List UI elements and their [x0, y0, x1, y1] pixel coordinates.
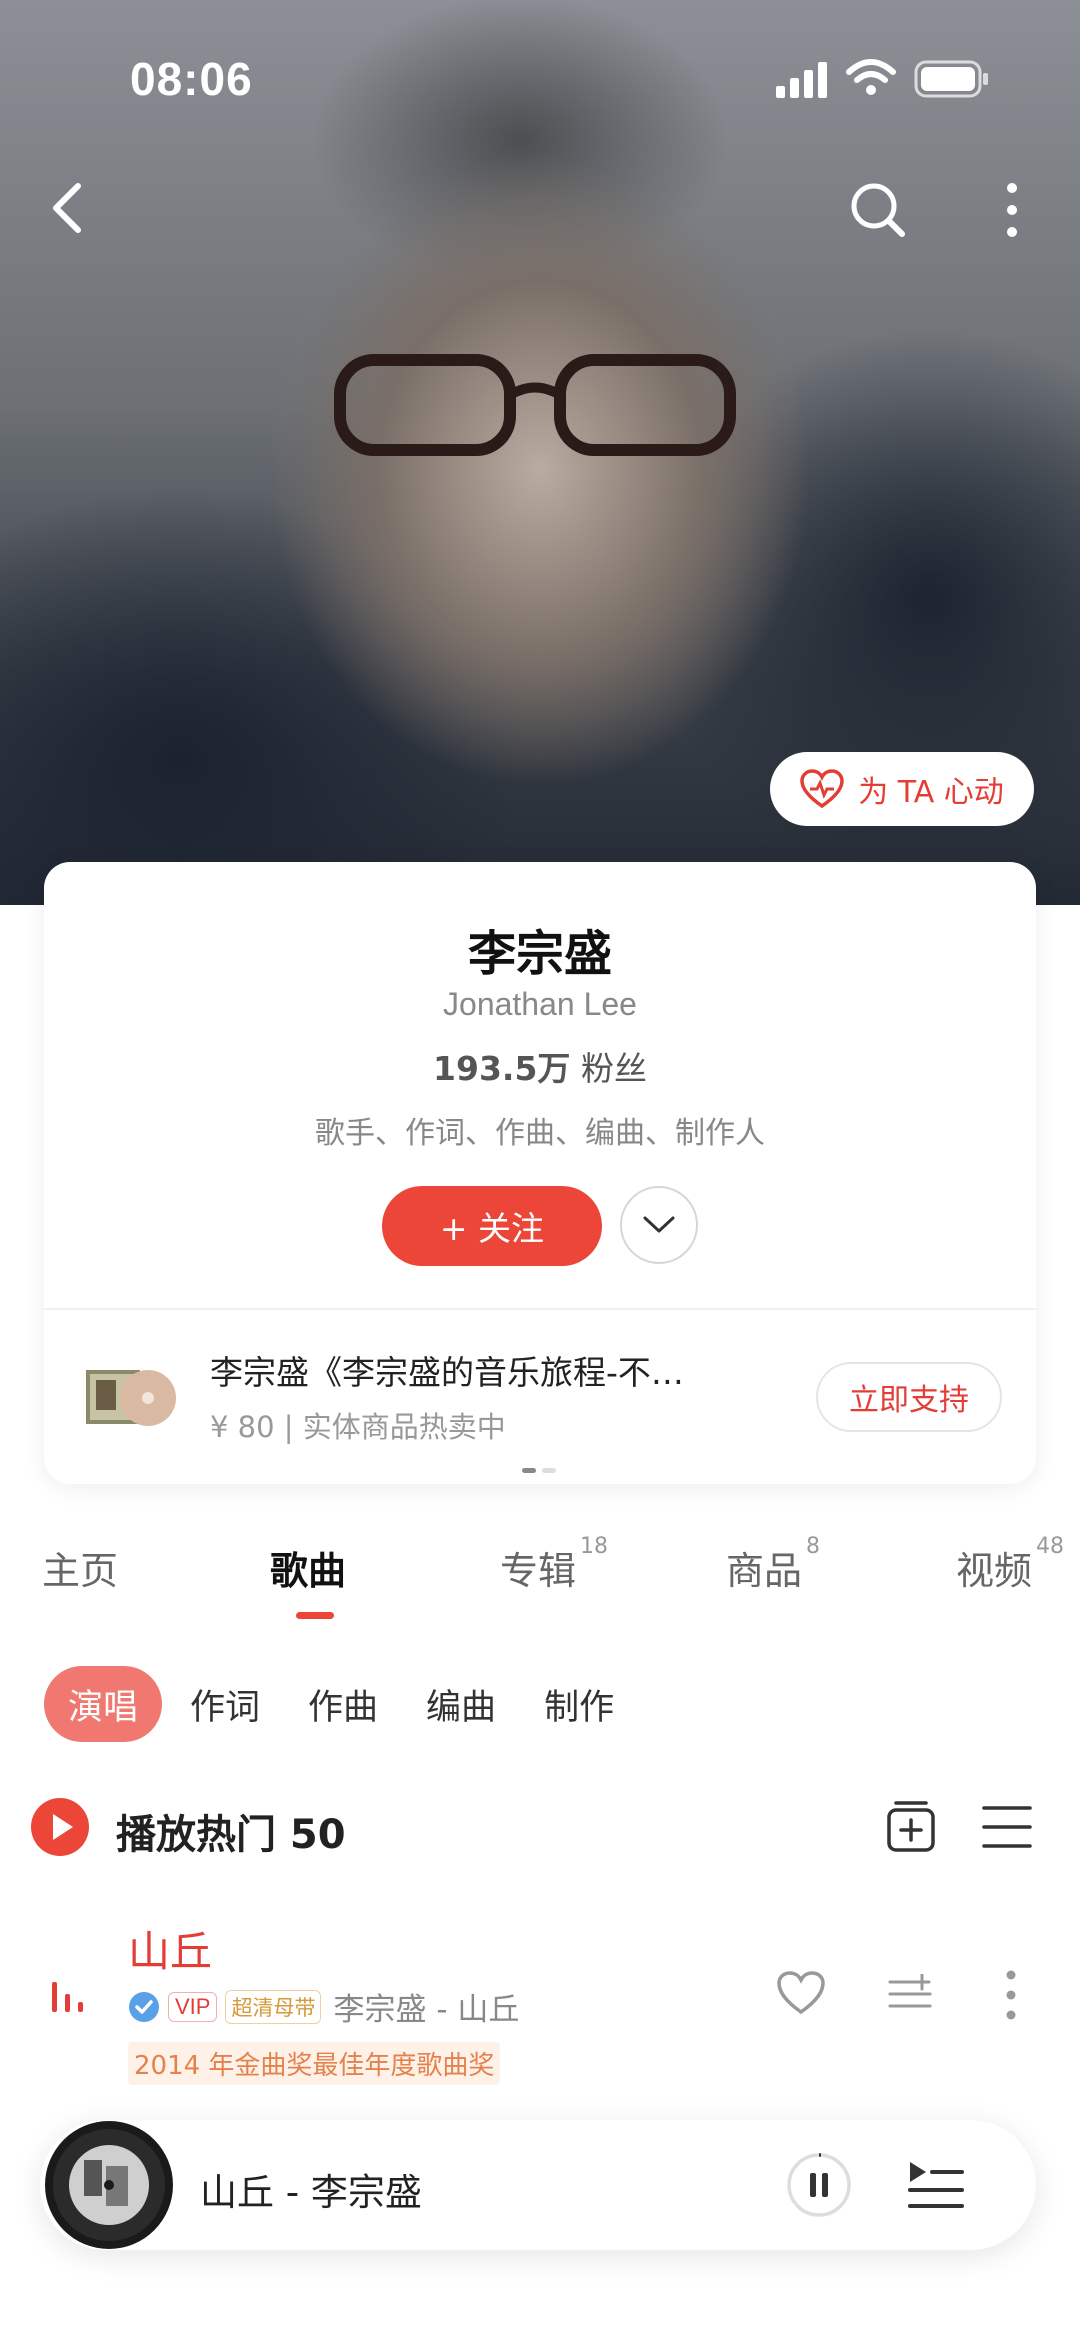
verified-icon	[129, 1991, 159, 2022]
song-title: 山丘	[128, 1927, 213, 1976]
mini-player[interactable]: 山丘 - 李宗盛	[40, 2120, 1036, 2250]
promo-subtitle: ¥ 80 | 实体商品热卖中	[210, 1410, 506, 1444]
search-icon	[851, 183, 905, 237]
status-bar: 08:06	[0, 0, 1080, 160]
add-playlist-icon[interactable]	[880, 1796, 942, 1858]
tab-count: 8	[806, 1534, 821, 1559]
queue-icon[interactable]	[906, 2158, 966, 2212]
carousel-dot	[522, 1468, 536, 1473]
product-thumbnail[interactable]	[86, 1368, 178, 1428]
album-disc[interactable]	[44, 2120, 174, 2250]
tab-label: 主页	[42, 1549, 119, 1593]
filter-compose[interactable]: 作曲	[308, 1679, 378, 1730]
heart-button-label: 为 TA 心动	[858, 775, 1004, 810]
song-artist-album: 李宗盛 - 山丘	[333, 1992, 520, 2028]
signal-icon	[776, 62, 827, 98]
tab-songs[interactable]: 歌曲	[270, 1540, 346, 1595]
artist-tabs: 主页 歌曲 专辑18 商品8 视频48	[0, 1534, 1080, 1620]
battery-icon	[914, 60, 988, 98]
follow-button[interactable]: + 关注	[382, 1186, 602, 1266]
quality-badge: 超清母带	[225, 1989, 322, 2024]
tab-albums[interactable]: 专辑18	[500, 1534, 608, 1595]
tab-count: 18	[580, 1534, 609, 1559]
home-indicator-area	[0, 2310, 1080, 2341]
tab-label: 专辑	[500, 1549, 577, 1593]
heart-icon	[800, 769, 844, 809]
card-divider	[44, 1308, 1036, 1310]
tab-label: 视频	[956, 1549, 1033, 1593]
now-playing-title: 山丘 - 李宗盛	[200, 2171, 422, 2214]
song-role-filter: 演唱 作词 作曲 编曲 制作	[44, 1666, 662, 1742]
filter-lyrics[interactable]: 作词	[190, 1679, 260, 1730]
status-time: 08:06	[130, 53, 253, 105]
list-menu-icon[interactable]	[976, 1800, 1038, 1854]
tab-label: 商品	[726, 1549, 803, 1593]
vip-badge: VIP	[168, 1991, 218, 2022]
back-icon	[53, 183, 81, 233]
tab-home[interactable]: 主页	[42, 1540, 118, 1595]
artist-roles: 歌手、作词、作曲、编曲、制作人	[315, 1116, 765, 1151]
fans-number: 193.5万	[433, 1049, 571, 1088]
pause-icon[interactable]	[786, 2152, 852, 2218]
tab-label: 歌曲	[270, 1549, 347, 1593]
song-meta: VIP 超清母带 李宗盛 - 山丘	[128, 1984, 519, 2029]
tab-count: 48	[1036, 1534, 1065, 1559]
play-icon[interactable]	[30, 1797, 90, 1857]
filter-arrange[interactable]: 编曲	[426, 1679, 496, 1730]
expand-button[interactable]	[620, 1186, 698, 1264]
active-tab-indicator	[296, 1612, 334, 1619]
heart-for-artist-button[interactable]: 为 TA 心动	[770, 752, 1034, 826]
fans-label: 粉丝	[580, 1049, 647, 1088]
promo-title[interactable]: 李宗盛《李宗盛的音乐旅程-不…	[210, 1346, 770, 1394]
more-button[interactable]	[972, 170, 1052, 250]
carousel-dot	[542, 1468, 556, 1473]
equalizer-icon	[52, 1982, 83, 2012]
fans-count: 193.5万 粉丝	[44, 1042, 1036, 1090]
chevron-down-icon	[643, 1216, 675, 1233]
cover-photo-glasses	[334, 354, 736, 456]
filter-produce[interactable]: 制作	[544, 1679, 614, 1730]
tab-videos[interactable]: 视频48	[956, 1534, 1064, 1595]
support-button[interactable]: 立即支持	[816, 1362, 1002, 1432]
add-to-queue-icon[interactable]	[888, 1974, 932, 2014]
play-all-label[interactable]: 播放热门 50	[116, 1802, 346, 1860]
award-tag: 2014 年金曲奖最佳年度歌曲奖	[128, 2042, 501, 2085]
back-button[interactable]	[26, 168, 106, 248]
search-button[interactable]	[838, 170, 918, 250]
carousel-indicator	[522, 1468, 556, 1473]
artist-name: 李宗盛	[467, 926, 612, 982]
filter-sing[interactable]: 演唱	[44, 1666, 163, 1742]
more-vertical-icon	[1007, 183, 1017, 237]
like-icon[interactable]	[776, 1970, 826, 2016]
song-more-icon[interactable]	[996, 1968, 1026, 2022]
wifi-icon	[846, 59, 896, 95]
artist-english-name: Jonathan Lee	[443, 986, 637, 1022]
tab-products[interactable]: 商品8	[726, 1534, 820, 1595]
artist-profile-card: 李宗盛 Jonathan Lee 193.5万 粉丝 歌手、作词、作曲、编曲、制…	[44, 862, 1036, 1484]
